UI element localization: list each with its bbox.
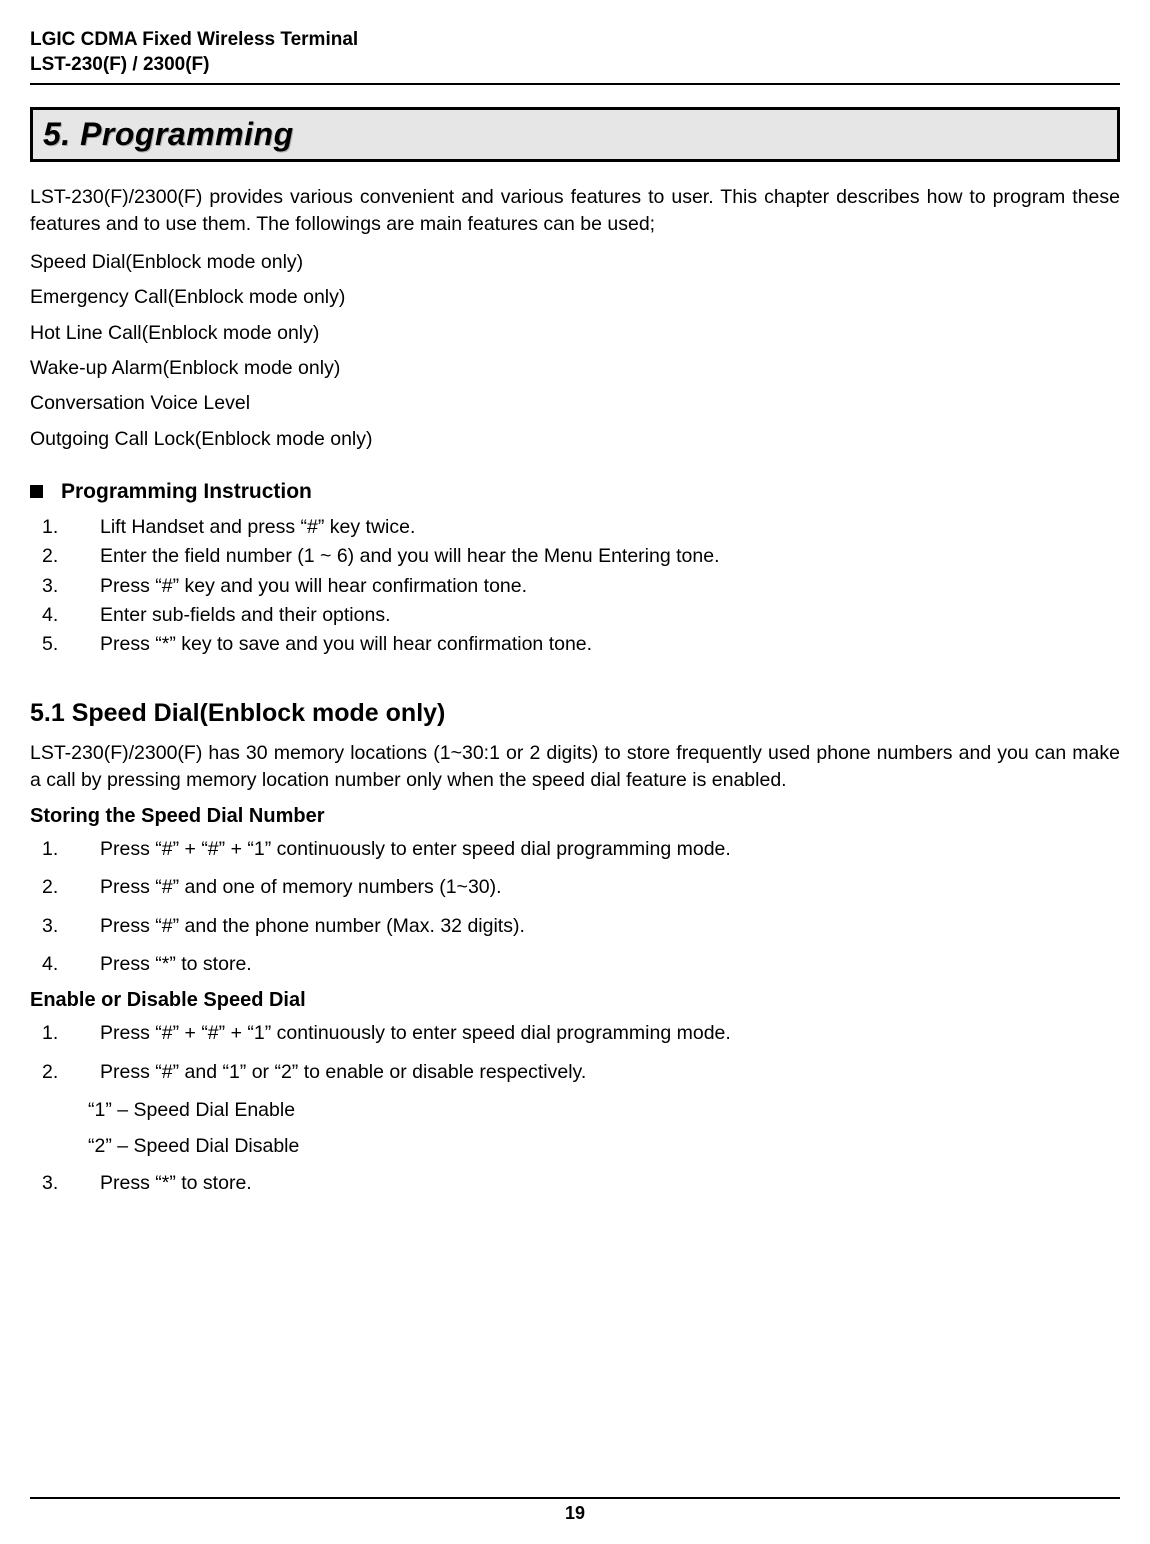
page-footer: 19 (30, 1497, 1120, 1524)
list-text: Press “#” and one of memory numbers (1~3… (76, 874, 1120, 900)
list-item: 2. Enter the field number (1 ~ 6) and yo… (30, 543, 1120, 569)
list-text: Press “#” and “1” or “2” to enable or di… (76, 1059, 1120, 1085)
list-number: 3. (30, 573, 76, 599)
feature-item: Outgoing Call Lock(Enblock mode only) (30, 426, 1120, 452)
list-text: Enter sub-fields and their options. (76, 602, 1120, 628)
list-number: 1. (30, 514, 76, 540)
list-text: Press “#” + “#” + “1” continuously to en… (76, 1020, 1120, 1046)
list-text: Enter the field number (1 ~ 6) and you w… (76, 543, 1120, 569)
doc-header: LGIC CDMA Fixed Wireless Terminal LST-23… (30, 28, 1120, 77)
list-item: 1. Press “#” + “#” + “1” continuously to… (30, 1020, 1120, 1046)
feature-item: Emergency Call(Enblock mode only) (30, 284, 1120, 310)
list-item: 5. Press “*” key to save and you will he… (30, 631, 1120, 657)
square-bullet-icon (30, 485, 43, 498)
list-item: 3. Press “#” and the phone number (Max. … (30, 913, 1120, 939)
list-number: 2. (30, 874, 76, 900)
list-number: 1. (30, 836, 76, 862)
header-line-2: LST-230(F) / 2300(F) (30, 53, 1120, 78)
enable-option-2: “2” – Speed Dial Disable (30, 1133, 1120, 1159)
header-rule (30, 83, 1120, 85)
list-number: 4. (30, 951, 76, 977)
enable-option-1: “1” – Speed Dial Enable (30, 1097, 1120, 1123)
list-text: Press “#” and the phone number (Max. 32 … (76, 913, 1120, 939)
list-number: 5. (30, 631, 76, 657)
feature-item: Conversation Voice Level (30, 390, 1120, 416)
list-item: 3. Press “*” to store. (30, 1170, 1120, 1196)
programming-instruction-heading-row: Programming Instruction (30, 480, 1120, 504)
list-item: 2. Press “#” and one of memory numbers (… (30, 874, 1120, 900)
section-5-1-heading: 5.1 Speed Dial(Enblock mode only) (30, 699, 1120, 728)
list-text: Press “*” key to save and you will hear … (76, 631, 1120, 657)
header-line-1: LGIC CDMA Fixed Wireless Terminal (30, 28, 1120, 53)
list-text: Lift Handset and press “#” key twice. (76, 514, 1120, 540)
list-number: 1. (30, 1020, 76, 1046)
list-item: 4. Press “*” to store. (30, 951, 1120, 977)
programming-instruction-heading: Programming Instruction (61, 480, 312, 504)
footer-rule (30, 1497, 1120, 1499)
list-text: Press “#” + “#” + “1” continuously to en… (76, 836, 1120, 862)
storing-heading: Storing the Speed Dial Number (30, 805, 1120, 828)
list-number: 4. (30, 602, 76, 628)
list-item: 3. Press “#” key and you will hear confi… (30, 573, 1120, 599)
enable-disable-heading: Enable or Disable Speed Dial (30, 989, 1120, 1012)
section-5-1-intro: LST-230(F)/2300(F) has 30 memory locatio… (30, 740, 1120, 793)
section-title: 5. Programming (43, 116, 1107, 153)
feature-item: Wake-up Alarm(Enblock mode only) (30, 355, 1120, 381)
list-item: 2. Press “#” and “1” or “2” to enable or… (30, 1059, 1120, 1085)
list-item: 1. Press “#” + “#” + “1” continuously to… (30, 836, 1120, 862)
intro-paragraph: LST-230(F)/2300(F) provides various conv… (30, 184, 1120, 237)
list-number: 3. (30, 1170, 76, 1196)
list-number: 3. (30, 913, 76, 939)
list-text: Press “#” key and you will hear confirma… (76, 573, 1120, 599)
section-title-box: 5. Programming (30, 107, 1120, 162)
list-item: 1. Lift Handset and press “#” key twice. (30, 514, 1120, 540)
feature-item: Hot Line Call(Enblock mode only) (30, 320, 1120, 346)
list-number: 2. (30, 1059, 76, 1085)
list-item: 4. Enter sub-fields and their options. (30, 602, 1120, 628)
feature-item: Speed Dial(Enblock mode only) (30, 249, 1120, 275)
page-number: 19 (30, 1503, 1120, 1524)
list-number: 2. (30, 543, 76, 569)
list-text: Press “*” to store. (76, 951, 1120, 977)
list-text: Press “*” to store. (76, 1170, 1120, 1196)
